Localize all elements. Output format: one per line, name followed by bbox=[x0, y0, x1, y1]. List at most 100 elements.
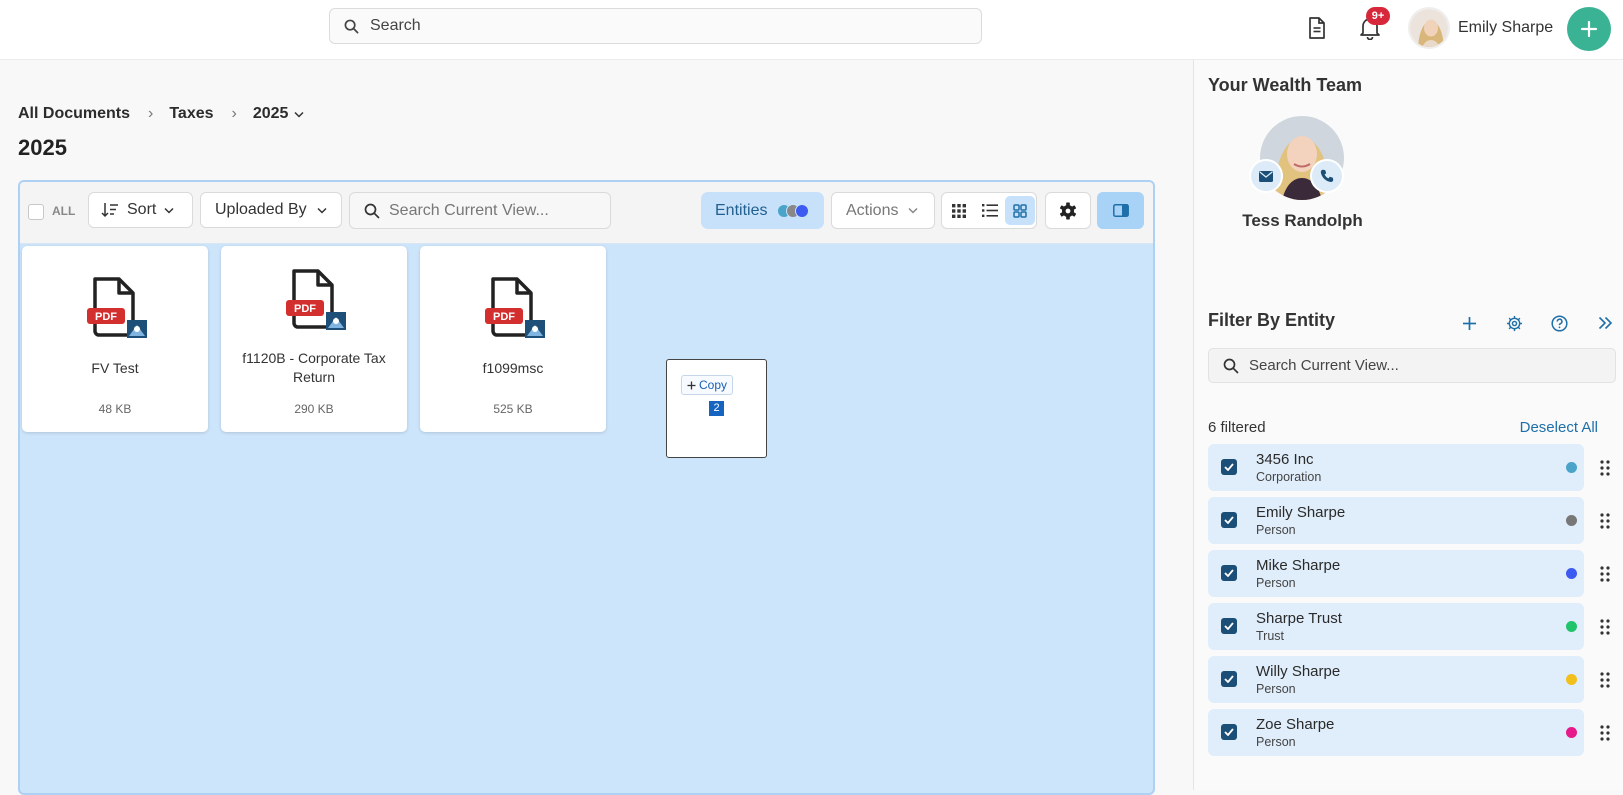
file-name: FV Test bbox=[91, 360, 139, 376]
notification-badge: 9+ bbox=[1366, 7, 1390, 25]
entity-color-dot bbox=[1566, 515, 1577, 526]
view-search-input[interactable]: Search Current View... bbox=[349, 192, 611, 229]
user-name[interactable]: Emily Sharpe bbox=[1458, 19, 1553, 37]
entity-row[interactable]: Mike Sharpe Person bbox=[1208, 550, 1584, 597]
breadcrumb-all-documents[interactable]: All Documents bbox=[18, 105, 130, 123]
drag-handle-icon[interactable] bbox=[1599, 565, 1611, 583]
list-view-button[interactable] bbox=[975, 196, 1005, 225]
chevron-right-icon: › bbox=[148, 105, 154, 122]
entity-type: Person bbox=[1256, 523, 1296, 537]
file-card[interactable]: PDF f1099msc 525 KB bbox=[420, 246, 606, 432]
entity-color-dot bbox=[1566, 568, 1577, 579]
file-card[interactable]: PDF f1120B - Corporate Tax Return 290 KB bbox=[221, 246, 407, 432]
search-icon bbox=[1223, 358, 1239, 373]
entities-button[interactable]: Entities bbox=[701, 192, 824, 229]
entity-row[interactable]: Willy Sharpe Person bbox=[1208, 656, 1584, 703]
uploaded-by-label: Uploaded By bbox=[215, 201, 307, 218]
top-bar: Search 9+ Emily Sharpe bbox=[0, 0, 1623, 60]
actions-button[interactable]: Actions bbox=[831, 192, 935, 229]
pdf-file-icon: PDF bbox=[286, 269, 346, 330]
toggle-sidebar-button[interactable] bbox=[1097, 192, 1144, 229]
file-size: 525 KB bbox=[493, 402, 533, 416]
plus-icon bbox=[1462, 316, 1476, 330]
breadcrumb-current[interactable]: 2025 bbox=[253, 105, 305, 123]
drag-handle-icon[interactable] bbox=[1599, 724, 1611, 742]
entity-checkbox[interactable] bbox=[1221, 724, 1237, 740]
entity-name: Mike Sharpe bbox=[1256, 557, 1341, 574]
entity-type: Corporation bbox=[1256, 470, 1322, 484]
select-all-checkbox[interactable] bbox=[28, 204, 44, 220]
phone-button[interactable] bbox=[1310, 159, 1344, 193]
email-button[interactable] bbox=[1249, 159, 1283, 193]
sort-label: Sort bbox=[127, 201, 157, 218]
phone-icon bbox=[1320, 169, 1334, 182]
entity-row[interactable]: Emily Sharpe Person bbox=[1208, 497, 1584, 544]
entity-checkbox[interactable] bbox=[1221, 618, 1237, 634]
grid-view-button[interactable] bbox=[944, 196, 974, 225]
check-icon bbox=[1224, 622, 1234, 630]
entity-settings-button[interactable] bbox=[1501, 310, 1527, 336]
select-all-label[interactable]: ALL bbox=[52, 204, 75, 218]
file-name: f1120B - Corporate Tax Return bbox=[242, 350, 386, 385]
drag-handle-icon[interactable] bbox=[1599, 671, 1611, 689]
document-icon[interactable] bbox=[1308, 17, 1326, 39]
check-icon bbox=[1224, 728, 1234, 736]
pdf-file-icon: PDF bbox=[87, 277, 147, 338]
entity-row[interactable]: Zoe Sharpe Person bbox=[1208, 709, 1584, 756]
sort-button[interactable]: Sort bbox=[88, 192, 193, 228]
entity-name: Willy Sharpe bbox=[1256, 663, 1341, 680]
add-entity-button[interactable] bbox=[1456, 310, 1482, 336]
entity-search-placeholder: Search Current View... bbox=[1249, 357, 1399, 374]
help-button[interactable] bbox=[1546, 310, 1572, 336]
check-icon bbox=[1224, 675, 1234, 683]
entity-row[interactable]: 3456 Inc Corporation bbox=[1208, 444, 1584, 491]
entity-type: Person bbox=[1256, 576, 1296, 590]
entity-checkbox[interactable] bbox=[1221, 512, 1237, 528]
user-avatar[interactable] bbox=[1408, 7, 1450, 49]
drag-handle-icon[interactable] bbox=[1599, 618, 1611, 636]
entity-type: Person bbox=[1256, 735, 1296, 749]
drag-handle-icon[interactable] bbox=[1599, 512, 1611, 530]
add-button[interactable] bbox=[1567, 7, 1611, 51]
settings-button[interactable] bbox=[1045, 192, 1091, 229]
document-panel[interactable]: ALL Sort Uploaded By Search Current View… bbox=[18, 180, 1155, 795]
uploaded-by-button[interactable]: Uploaded By bbox=[200, 192, 342, 228]
entity-name: Sharpe Trust bbox=[1256, 610, 1342, 627]
breadcrumb-taxes[interactable]: Taxes bbox=[169, 105, 213, 123]
file-card[interactable]: PDF FV Test 48 KB bbox=[22, 246, 208, 432]
grid-small-icon bbox=[952, 203, 966, 218]
double-chevron-right-icon bbox=[1598, 316, 1612, 330]
chevron-down-icon bbox=[164, 207, 174, 214]
right-sidebar: Your Wealth Team Tess Randolph Filter By… bbox=[1193, 60, 1623, 790]
check-icon bbox=[1224, 463, 1234, 471]
drag-handle-icon[interactable] bbox=[1599, 459, 1611, 477]
filter-by-entity-title: Filter By Entity bbox=[1208, 310, 1336, 330]
tile-view-button[interactable] bbox=[1005, 196, 1035, 225]
entity-search-input[interactable]: Search Current View... bbox=[1208, 348, 1616, 383]
copy-label: Copy bbox=[699, 378, 728, 392]
chevron-down-icon bbox=[908, 207, 918, 214]
deselect-all-link[interactable]: Deselect All bbox=[1520, 419, 1598, 436]
team-member-name: Tess Randolph bbox=[1242, 211, 1363, 230]
global-search-input[interactable]: Search bbox=[329, 8, 982, 44]
actions-label: Actions bbox=[846, 201, 899, 219]
file-size: 290 KB bbox=[294, 402, 334, 416]
entity-checkbox[interactable] bbox=[1221, 671, 1237, 687]
filtered-count: 6 filtered bbox=[1208, 419, 1266, 436]
check-icon bbox=[1224, 516, 1234, 524]
entity-row[interactable]: Sharpe Trust Trust bbox=[1208, 603, 1584, 650]
collapse-sidebar-button[interactable] bbox=[1592, 310, 1618, 336]
plus-icon bbox=[687, 381, 696, 389]
entity-checkbox[interactable] bbox=[1221, 459, 1237, 475]
pdf-file-icon: PDF bbox=[485, 277, 545, 338]
document-toolbar: ALL Sort Uploaded By Search Current View… bbox=[20, 182, 1153, 244]
chevron-down-icon bbox=[317, 207, 327, 214]
search-icon bbox=[364, 203, 380, 218]
entity-checkbox[interactable] bbox=[1221, 565, 1237, 581]
entity-color-dot bbox=[1566, 727, 1577, 738]
sidebar-panel-icon bbox=[1112, 204, 1129, 217]
file-size: 48 KB bbox=[98, 402, 132, 416]
svg-text:PDF: PDF bbox=[294, 303, 316, 315]
drag-preview: Copy 2 bbox=[666, 359, 767, 458]
check-icon bbox=[1224, 569, 1234, 577]
